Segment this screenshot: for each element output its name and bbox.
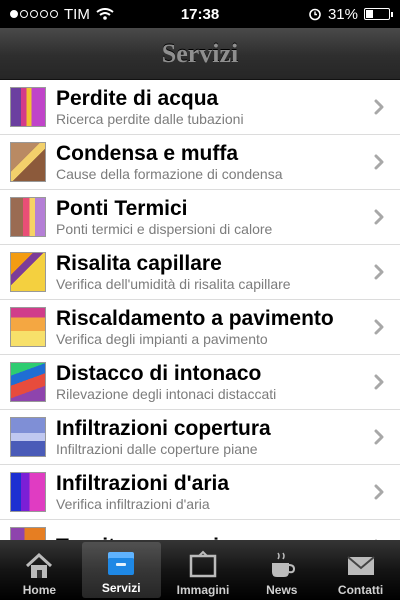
wifi-icon <box>96 8 114 20</box>
service-thumbnail <box>10 142 46 182</box>
service-row[interactable]: Risalita capillare Verifica dell'umidità … <box>0 245 400 300</box>
status-right: 31% <box>308 5 393 23</box>
service-thumbnail <box>10 307 46 347</box>
tab-contatti[interactable]: Contatti <box>321 540 400 600</box>
service-row[interactable]: Riscaldamento a pavimento Verifica degli … <box>0 300 400 355</box>
chevron-right-icon <box>374 374 384 390</box>
chevron-right-icon <box>374 264 384 280</box>
chevron-right-icon <box>374 154 384 170</box>
house-icon <box>26 552 53 578</box>
service-texts: Risalita capillare Verifica dell'umidità … <box>56 252 370 293</box>
service-texts: Ponti Termici Ponti termici e dispersioni… <box>56 197 370 238</box>
service-row[interactable]: Ponti Termici Ponti termici e dispersioni… <box>0 190 400 245</box>
service-subtitle: Cause della formazione di condensa <box>56 165 283 182</box>
service-title: Perdite di acqua <box>56 86 219 110</box>
service-row[interactable]: Infiltrazioni d'aria Verifica infiltrazio… <box>0 465 400 520</box>
service-thumbnail <box>10 197 46 237</box>
service-subtitle: Infiltrazioni dalle coperture piane <box>56 440 258 457</box>
service-thumbnail <box>10 362 46 402</box>
picture-icon <box>189 550 217 578</box>
service-texts: Distacco di intonaco Rilevazione degli in… <box>56 362 370 403</box>
service-subtitle: Verifica degli impianti a pavimento <box>56 330 268 347</box>
service-thumbnail <box>10 87 46 127</box>
service-texts: Perdite di acqua Ricerca perdite dalle tu… <box>56 87 370 128</box>
navigation-bar: Servizi <box>0 28 400 80</box>
battery-level <box>366 10 373 18</box>
tab-bar: Home Servizi Immagini News Contatti <box>0 540 400 600</box>
service-thumbnail <box>10 472 46 512</box>
service-thumbnail <box>10 417 46 457</box>
service-row[interactable]: Perdite di acqua Ricerca perdite dalle tu… <box>0 80 400 135</box>
cup-icon <box>271 552 295 577</box>
status-bar: TIM 17:38 31% <box>0 0 400 28</box>
carrier-name: TIM <box>64 5 90 23</box>
tray-icon <box>108 552 135 575</box>
signal-strength-icon <box>10 10 58 18</box>
tab-label: News <box>266 583 298 597</box>
service-row[interactable]: Tessitura muraria <box>0 520 400 540</box>
service-texts: Infiltrazioni copertura Infiltrazioni dal… <box>56 417 370 458</box>
chevron-right-icon <box>374 209 384 225</box>
service-texts: Riscaldamento a pavimento Verifica degli … <box>56 307 370 348</box>
chevron-right-icon <box>374 99 384 115</box>
service-title: Condensa e muffa <box>56 141 239 165</box>
service-subtitle: Rilevazione degli intonaci distaccati <box>56 385 277 402</box>
tab-label: Home <box>22 583 57 597</box>
tab-label: Contatti <box>337 583 384 597</box>
battery-percent: 31% <box>327 5 358 23</box>
service-title: Riscaldamento a pavimento <box>56 306 334 330</box>
envelope-icon <box>346 556 375 575</box>
tab-home[interactable]: Home <box>0 540 79 600</box>
service-title: Infiltrazioni d'aria <box>56 471 230 495</box>
service-subtitle: Verifica dell'umidità di risalita capill… <box>56 275 291 292</box>
service-title: Ponti Termici <box>56 196 188 220</box>
service-thumbnail <box>10 527 46 540</box>
service-row[interactable]: Condensa e muffa Cause della formazione d… <box>0 135 400 190</box>
tab-label: Servizi <box>101 581 141 595</box>
chevron-right-icon <box>374 319 384 335</box>
tab-news[interactable]: News <box>242 540 321 600</box>
service-texts: Infiltrazioni d'aria Verifica infiltrazio… <box>56 472 370 513</box>
service-title: Infiltrazioni copertura <box>56 416 271 440</box>
service-title: Risalita capillare <box>56 251 222 275</box>
service-row[interactable]: Distacco di intonaco Rilevazione degli in… <box>0 355 400 410</box>
service-subtitle: Verifica infiltrazioni d'aria <box>56 495 210 512</box>
battery-icon <box>364 8 393 20</box>
page-title: Servizi <box>161 38 239 68</box>
service-subtitle: Ricerca perdite dalle tubazioni <box>56 110 244 127</box>
chevron-right-icon <box>374 484 384 500</box>
tab-immagini[interactable]: Immagini <box>164 540 243 600</box>
status-left: TIM <box>10 6 308 23</box>
service-title: Distacco di intonaco <box>56 361 262 385</box>
service-subtitle: Ponti termici e dispersioni di calore <box>56 220 273 237</box>
service-texts: Condensa e muffa Cause della formazione d… <box>56 142 370 183</box>
alarm-clock-icon <box>309 8 321 21</box>
services-list[interactable]: Perdite di acqua Ricerca perdite dalle tu… <box>0 80 400 540</box>
service-row[interactable]: Infiltrazioni copertura Infiltrazioni dal… <box>0 410 400 465</box>
tab-label: Immagini <box>176 583 230 597</box>
chevron-right-icon <box>374 429 384 445</box>
tab-servizi[interactable]: Servizi <box>81 542 161 598</box>
service-thumbnail <box>10 252 46 292</box>
